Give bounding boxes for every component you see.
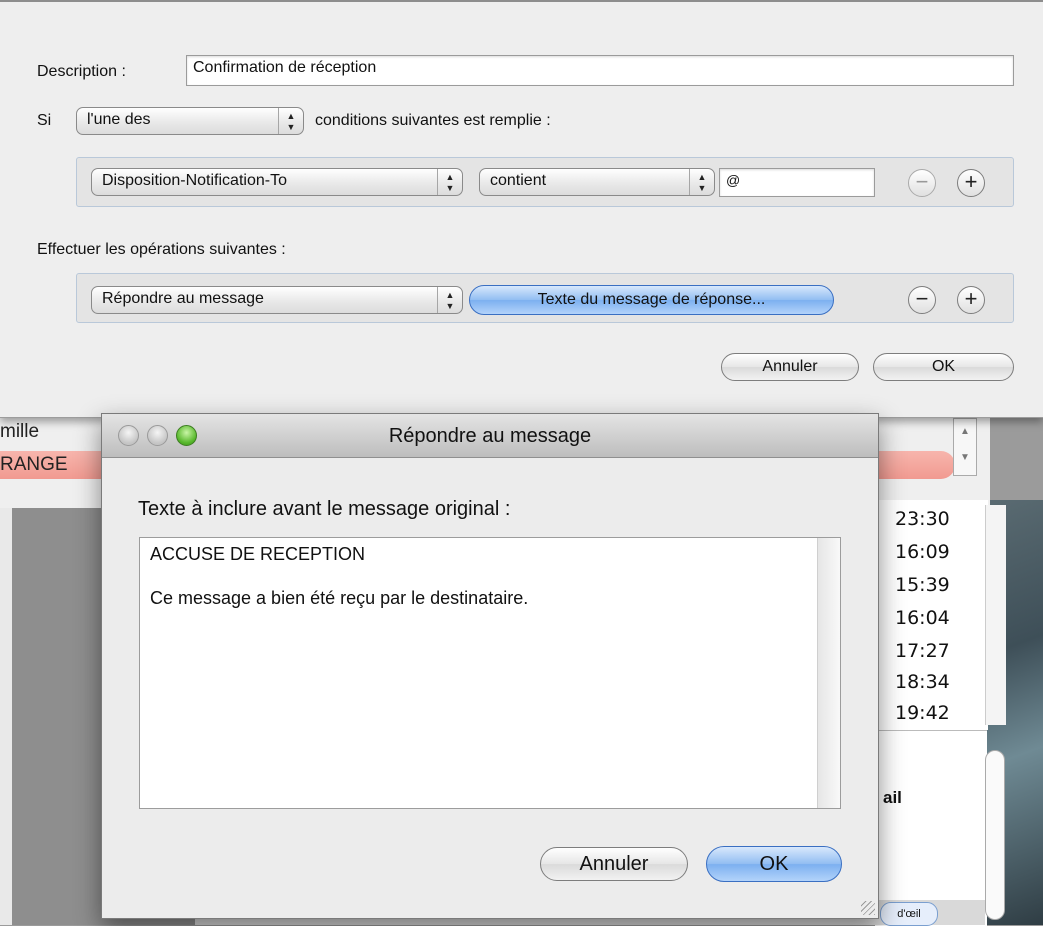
popup-arrows-icon: ▲ ▼ <box>437 287 462 313</box>
dialog-ok-button[interactable]: OK <box>706 846 842 882</box>
action-popup-value: Répondre au message <box>102 290 264 307</box>
rules-cancel-button[interactable]: Annuler <box>721 353 859 381</box>
remove-condition-button[interactable]: − <box>908 169 936 197</box>
message-time: 23:30 <box>895 508 950 530</box>
message-list-scrollbar[interactable] <box>985 505 1006 725</box>
reply-text-button[interactable]: Texte du message de réponse... <box>469 285 834 315</box>
dialog-cancel-button[interactable]: Annuler <box>540 847 688 881</box>
add-action-button[interactable]: + <box>957 286 985 314</box>
actions-label: Effectuer les opérations suivantes : <box>37 241 286 258</box>
remove-action-button[interactable]: − <box>908 286 936 314</box>
action-row: Répondre au message ▲ ▼ Texte du message … <box>76 273 1014 323</box>
resize-grip-icon[interactable] <box>861 901 875 915</box>
message-time: 17:27 <box>895 640 950 662</box>
dialog-title: Répondre au message <box>388 425 592 447</box>
message-preview-text: ail <box>883 788 902 807</box>
preview-scrollbar[interactable] <box>985 750 1005 920</box>
quick-look-button[interactable]: d'œil <box>880 902 938 926</box>
description-field[interactable]: Confirmation de réception <box>186 55 1014 86</box>
message-time: 16:09 <box>895 541 950 563</box>
popup-arrows-icon: ▲ ▼ <box>278 108 303 134</box>
match-condition-value: l'une des <box>87 111 151 128</box>
message-time: 18:34 <box>895 671 950 693</box>
reply-text-line: ACCUSE DE RECEPTION <box>150 544 366 564</box>
rule-editor-sheet: Description : Confirmation de réception … <box>0 0 1043 418</box>
rules-ok-button[interactable]: OK <box>873 353 1014 381</box>
si-label: Si <box>37 112 52 129</box>
header-popup[interactable]: Disposition-Notification-To ▲ ▼ <box>91 168 463 196</box>
header-popup-value: Disposition-Notification-To <box>102 172 287 189</box>
message-preview-pane <box>875 730 987 926</box>
message-time: 15:39 <box>895 574 950 596</box>
mail-list-scroll-arrows[interactable]: ▲ ▼ <box>953 418 977 476</box>
mail-list-label: mille <box>0 421 40 442</box>
mail-row-label: RANGE <box>0 454 68 475</box>
condition-row: Disposition-Notification-To ▲ ▼ contient … <box>76 157 1014 207</box>
add-condition-button[interactable]: + <box>957 169 985 197</box>
conditions-text: conditions suivantes est remplie : <box>315 112 551 129</box>
popup-arrows-icon: ▲ ▼ <box>437 169 462 195</box>
operator-popup-value: contient <box>490 172 547 189</box>
dialog-prompt: Texte à inclure avant le message origina… <box>138 498 511 520</box>
reply-text-line: Ce message a bien été reçu par le destin… <box>150 588 529 608</box>
reply-text-area[interactable]: ACCUSE DE RECEPTION Ce message a bien ét… <box>139 537 841 809</box>
match-condition-popup[interactable]: l'une des ▲ ▼ <box>76 107 304 135</box>
condition-value-field[interactable]: @ <box>719 168 875 197</box>
dialog-titlebar[interactable]: Répondre au message <box>102 414 878 458</box>
reply-text-scrollbar[interactable] <box>817 538 840 808</box>
message-time: 19:42 <box>895 702 950 724</box>
popup-arrows-icon: ▲ ▼ <box>689 169 714 195</box>
description-label: Description : <box>37 63 126 80</box>
reply-message-dialog: Répondre au message Texte à inclure avan… <box>101 413 879 919</box>
action-popup[interactable]: Répondre au message ▲ ▼ <box>91 286 463 314</box>
message-time: 16:04 <box>895 607 950 629</box>
operator-popup[interactable]: contient ▲ ▼ <box>479 168 715 196</box>
